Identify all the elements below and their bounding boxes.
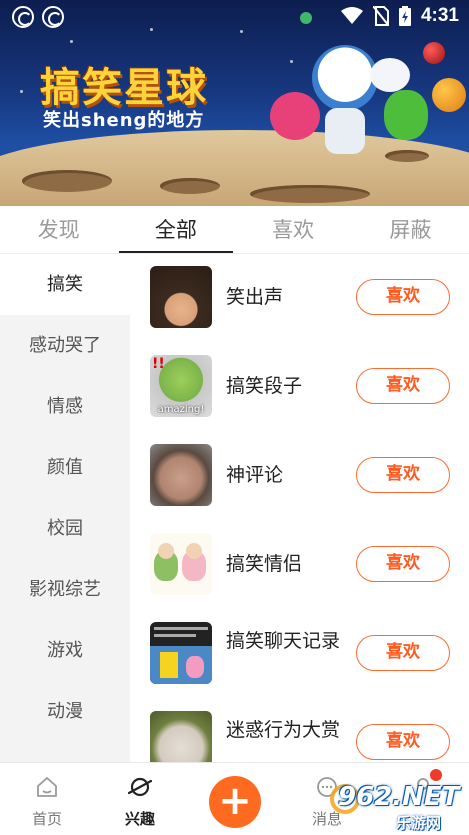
sidebar-item-funny[interactable]: 搞笑 — [0, 254, 130, 315]
like-button[interactable]: 喜欢 — [356, 279, 450, 315]
create-post-button[interactable]: + — [209, 776, 261, 828]
watermark-text: 962.NET — [338, 782, 460, 812]
sidebar-item-pets[interactable]: 萌宠 — [0, 742, 130, 762]
thumb-caption: amazing! — [157, 404, 205, 415]
list-item-name: 搞笑聊天记录 — [226, 630, 341, 652]
watermark-logo: 962.NET 乐游网 — [330, 780, 465, 832]
app-notification-icon — [12, 6, 34, 28]
nav-home[interactable]: 首页 — [2, 763, 92, 835]
tab-discover[interactable]: 发现 — [0, 206, 117, 253]
nav-interest[interactable]: 兴趣 — [95, 763, 185, 835]
list-item[interactable]: 迷惑行为大赏 喜欢 — [130, 699, 469, 762]
red-planet-icon — [423, 42, 445, 64]
tab-blocked[interactable]: 屏蔽 — [352, 206, 469, 253]
infinity-notification-icon — [42, 6, 64, 28]
ghost-icon — [370, 58, 410, 92]
tab-liked[interactable]: 喜欢 — [235, 206, 352, 253]
list-item-name: 迷惑行为大赏 — [226, 719, 341, 741]
header-banner: 搞笑星球 笑出sheng的地方 4:31 — [0, 0, 469, 206]
list-item-name: 搞笑情侣 — [226, 553, 303, 575]
interest-list: 笑出声 喜欢 !! amazing! 搞笑段子 喜欢 神评论 喜欢 搞笑情侣 喜… — [130, 254, 469, 762]
tab-all[interactable]: 全部 — [117, 206, 234, 253]
status-bar: 4:31 — [0, 0, 469, 34]
like-button[interactable]: 喜欢 — [356, 724, 450, 760]
banner-subtitle: 笑出sheng的地方 — [43, 110, 205, 131]
old-man-face-icon — [150, 444, 212, 506]
no-sim-icon — [372, 6, 389, 26]
green-monster-icon — [384, 90, 428, 140]
like-button[interactable]: 喜欢 — [356, 368, 450, 404]
nav-home-label: 首页 — [31, 810, 62, 828]
like-button[interactable]: 喜欢 — [356, 635, 450, 671]
like-button[interactable]: 喜欢 — [356, 546, 450, 582]
sidebar-item-looks[interactable]: 颜值 — [0, 437, 130, 498]
monkey-face-icon — [150, 266, 212, 328]
list-item[interactable]: 神评论 喜欢 — [130, 432, 469, 521]
list-item[interactable]: 笑出声 喜欢 — [130, 254, 469, 343]
sidebar-item-touching[interactable]: 感动哭了 — [0, 315, 130, 376]
list-item-name: 神评论 — [226, 464, 284, 486]
orange-planet-icon — [432, 78, 466, 112]
sidebar-item-emotion[interactable]: 情感 — [0, 376, 130, 437]
banner-title: 搞笑星球 — [40, 65, 208, 111]
couple-icon — [150, 533, 212, 595]
list-item-name: 搞笑段子 — [226, 375, 303, 397]
chat-screenshot-icon — [150, 622, 212, 684]
sidebar-item-anime[interactable]: 动漫 — [0, 681, 130, 742]
category-tabs: 发现 全部 喜欢 屏蔽 — [0, 206, 469, 254]
status-time: 4:31 — [420, 5, 459, 26]
list-item[interactable]: 搞笑聊天记录 喜欢 — [130, 610, 469, 699]
frog-face-icon: !! amazing! — [150, 355, 212, 417]
home-icon — [37, 777, 57, 797]
category-sidebar: 搞笑 感动哭了 情感 颜值 校园 影视综艺 游戏 动漫 萌宠 — [0, 254, 130, 762]
dog-face-icon — [150, 711, 212, 762]
nav-interest-label: 兴趣 — [124, 810, 155, 828]
sidebar-item-games[interactable]: 游戏 — [0, 620, 130, 681]
planet-icon — [128, 777, 152, 797]
list-item[interactable]: 搞笑情侣 喜欢 — [130, 521, 469, 610]
pink-monster-icon — [270, 92, 320, 140]
watermark-subtext: 乐游网 — [396, 814, 442, 832]
moon-surface — [0, 130, 469, 206]
sidebar-item-film-variety[interactable]: 影视综艺 — [0, 559, 130, 620]
wifi-icon — [340, 7, 363, 24]
list-item[interactable]: !! amazing! 搞笑段子 喜欢 — [130, 343, 469, 432]
list-item-name: 笑出声 — [226, 286, 284, 308]
like-button[interactable]: 喜欢 — [356, 457, 450, 493]
battery-charging-icon — [398, 6, 411, 26]
sidebar-item-campus[interactable]: 校园 — [0, 498, 130, 559]
astronaut-icon — [312, 45, 378, 111]
